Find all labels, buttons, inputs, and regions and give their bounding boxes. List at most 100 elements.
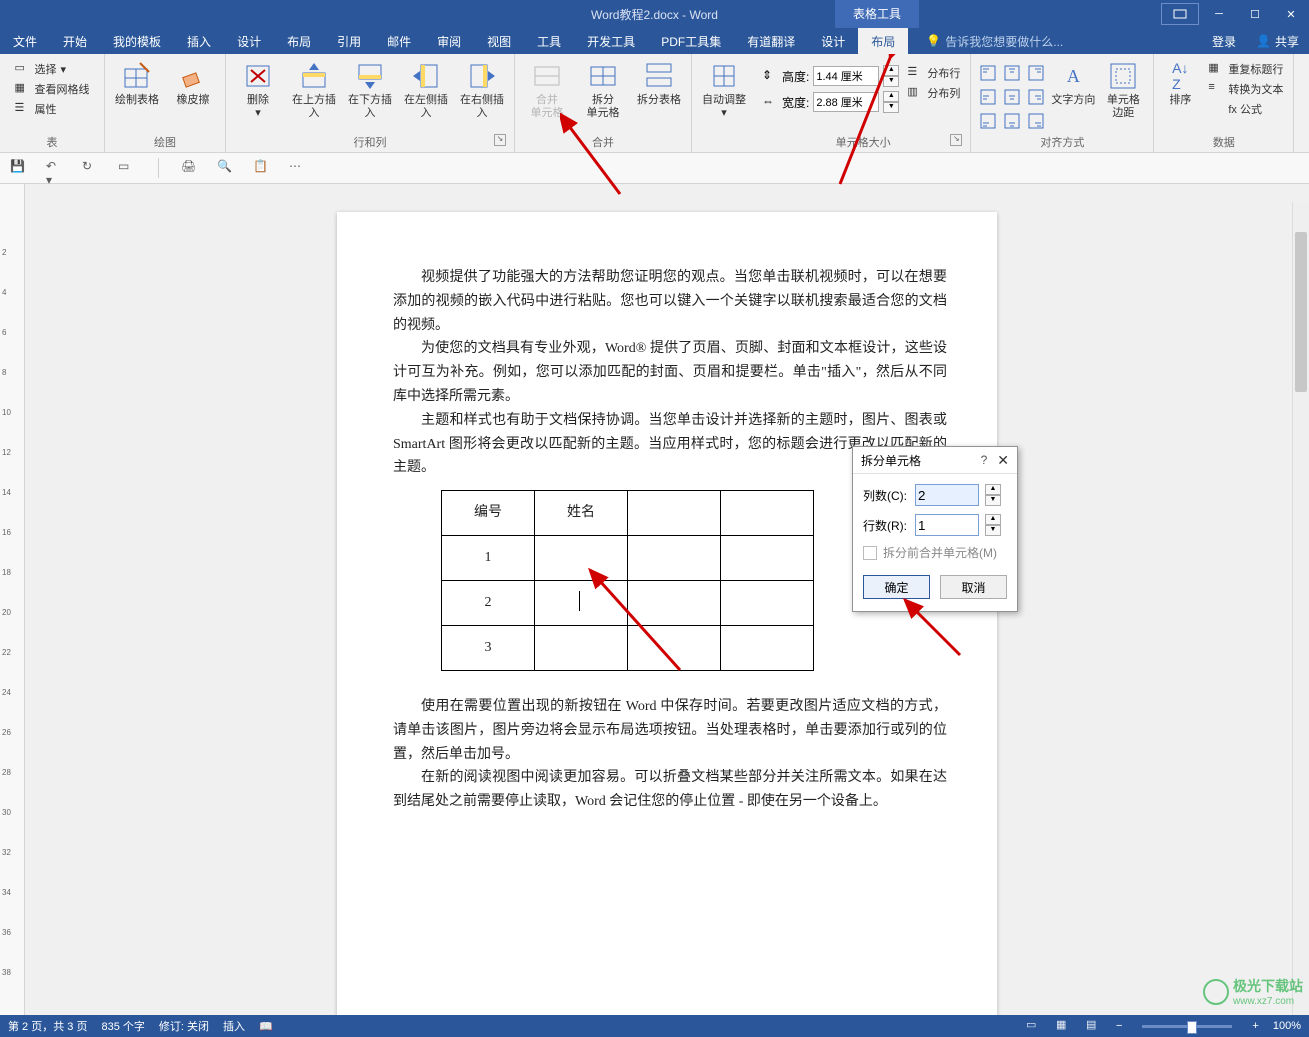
sort-button[interactable]: A↓Z排序 [1160,58,1200,107]
align-top-center-button[interactable] [1001,62,1023,84]
tab-file[interactable]: 文件 [0,28,50,54]
ribbon-display-options-icon[interactable] [1161,3,1199,25]
table-cell[interactable]: 3 [442,626,535,671]
table-cell[interactable]: 1 [442,536,535,581]
table-row[interactable]: 1 [442,536,814,581]
tab-table-layout[interactable]: 布局 [858,28,908,54]
table-cell[interactable]: 编号 [442,491,535,536]
tab-developer[interactable]: 开发工具 [574,28,648,54]
ok-button[interactable]: 确定 [863,575,930,599]
tab-home[interactable]: 开始 [50,28,100,54]
spin-up-icon[interactable]: ▲ [985,514,1001,525]
width-value[interactable] [813,92,879,112]
eraser-button[interactable]: 橡皮擦 [167,58,219,107]
spin-down-icon[interactable]: ▼ [883,76,899,87]
tab-insert[interactable]: 插入 [174,28,224,54]
formula-button[interactable]: fx 公式 [1204,100,1287,118]
draw-table-button[interactable]: 绘制表格 [111,58,163,107]
tab-view[interactable]: 视图 [474,28,524,54]
book-icon[interactable]: 📖 [259,1020,273,1033]
paragraph[interactable]: 在新的阅读视图中阅读更加容易。可以折叠文档某些部分并关注所需文本。如果在达到结尾… [393,766,947,814]
text-direction-button[interactable]: A文字方向 [1051,58,1095,107]
scrollbar-thumb[interactable] [1295,232,1307,392]
read-mode-icon[interactable]: ▭ [1026,1018,1042,1034]
table-cell[interactable] [628,581,721,626]
spin-up-icon[interactable]: ▲ [883,91,899,102]
paragraph[interactable]: 视频提供了功能强大的方法帮助您证明您的观点。当您单击联机视频时，可以在想要添加的… [393,266,947,337]
tell-me-box[interactable]: 💡 告诉我您想要做什么... [908,28,1063,54]
convert-text-button[interactable]: ≡转换为文本 [1204,80,1287,98]
table-row[interactable]: 编号姓名 [442,491,814,536]
split-cells-button[interactable]: 拆分 单元格 [577,58,629,120]
tab-mailings[interactable]: 邮件 [374,28,424,54]
properties-button[interactable]: ☰属性 [11,100,94,118]
split-table-button[interactable]: 拆分表格 [633,58,685,107]
paragraph[interactable]: 为使您的文档具有专业外观，Word® 提供了页眉、页脚、封面和文本框设计，这些设… [393,337,947,408]
tab-tools[interactable]: 工具 [524,28,574,54]
tab-translate[interactable]: 有道翻译 [734,28,808,54]
height-value[interactable] [813,66,879,86]
tab-design[interactable]: 设计 [224,28,274,54]
vertical-ruler[interactable]: 2468101214161820222426283032343638 [0,184,25,1015]
word-count[interactable]: 835 个字 [101,1018,144,1034]
paragraph[interactable]: 使用在需要位置出现的新按钮在 Word 中保存时间。若要更改图片适应文档的方式，… [393,695,947,766]
table-cell[interactable] [535,626,628,671]
table-cell-cursor[interactable] [535,581,628,626]
insert-mode[interactable]: 插入 [223,1018,245,1034]
align-bot-right-button[interactable] [1025,110,1047,132]
vertical-scrollbar[interactable] [1292,202,1309,1015]
tab-pdf[interactable]: PDF工具集 [648,28,734,54]
table-cell[interactable] [721,491,814,536]
table-cell[interactable] [535,536,628,581]
dialog-titlebar[interactable]: 拆分单元格 ? ✕ [853,447,1017,474]
table-cell[interactable] [628,536,721,581]
new-icon[interactable]: ▭ [118,159,136,177]
zoom-in-icon[interactable]: + [1252,1020,1258,1032]
table-cell[interactable] [721,581,814,626]
spin-down-icon[interactable]: ▼ [883,102,899,113]
merge-before-split-checkbox[interactable]: 拆分前合并单元格(M) [863,544,1007,561]
align-top-left-button[interactable] [977,62,999,84]
paste-icon[interactable]: 📋 [253,159,271,177]
align-bot-center-button[interactable] [1001,110,1023,132]
print-layout-icon[interactable]: ▦ [1056,1018,1072,1034]
spin-down-icon[interactable]: ▼ [985,525,1001,536]
track-changes-status[interactable]: 修订: 关闭 [159,1018,209,1034]
share-button[interactable]: 👤共享 [1246,33,1309,50]
align-mid-center-button[interactable] [1001,86,1023,108]
zoom-level[interactable]: 100% [1273,1020,1301,1032]
cell-margins-button[interactable]: 单元格 边距 [1099,58,1147,120]
select-button[interactable]: ▭选择 ▾ [11,60,94,78]
distribute-rows-button[interactable]: ☰分布行 [903,64,964,82]
distribute-cols-button[interactable]: ▥分布列 [903,84,964,102]
undo-icon[interactable]: ↶ ▾ [46,159,64,177]
spin-up-icon[interactable]: ▲ [883,65,899,76]
web-layout-icon[interactable]: ▤ [1086,1018,1102,1034]
close-icon[interactable]: ✕ [997,452,1009,469]
zoom-out-icon[interactable]: − [1116,1020,1122,1032]
dialog-launcher-icon[interactable]: ↘ [494,134,506,146]
table-cell[interactable] [721,536,814,581]
table-cell[interactable]: 2 [442,581,535,626]
table-row[interactable]: 2 [442,581,814,626]
document-table[interactable]: 编号姓名 1 2 3 [441,490,814,671]
table-cell[interactable] [628,491,721,536]
align-bot-left-button[interactable] [977,110,999,132]
close-button[interactable]: ✕ [1273,2,1309,26]
table-cell[interactable] [628,626,721,671]
table-row[interactable]: 3 [442,626,814,671]
align-mid-right-button[interactable] [1025,86,1047,108]
checkbox-icon[interactable] [863,546,877,560]
repeat-header-button[interactable]: ▦重复标题行 [1204,60,1287,78]
view-gridlines-button[interactable]: ▦查看网格线 [11,80,94,98]
zoom-slider-thumb[interactable] [1187,1021,1197,1034]
login-button[interactable]: 登录 [1202,33,1246,50]
insert-below-button[interactable]: 在下方插入 [344,58,396,120]
table-cell[interactable] [721,626,814,671]
dialog-launcher-icon[interactable]: ↘ [950,134,962,146]
maximize-button[interactable]: ☐ [1237,2,1273,26]
rows-input[interactable] [915,514,979,536]
insert-above-button[interactable]: 在上方插入 [288,58,340,120]
more-icon[interactable]: ⋯ [289,159,307,177]
align-mid-left-button[interactable] [977,86,999,108]
